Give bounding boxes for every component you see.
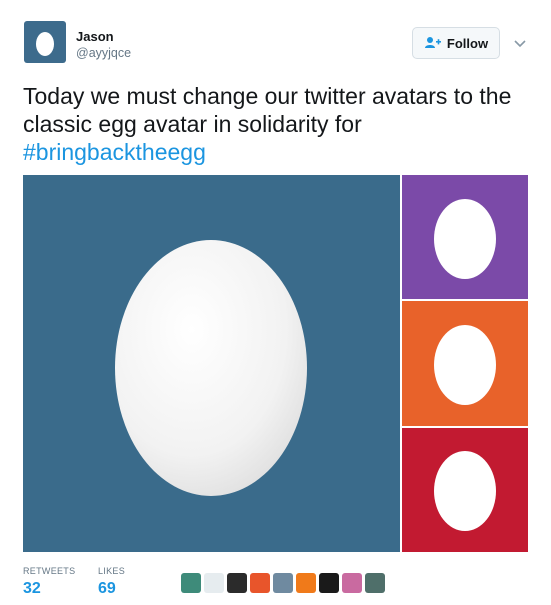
author-handle[interactable]: @ayyjqce <box>76 45 131 61</box>
author-name[interactable]: Jason <box>76 29 131 45</box>
liker-avatar[interactable] <box>250 573 270 593</box>
liker-avatar[interactable] <box>365 573 385 593</box>
liker-avatar[interactable] <box>227 573 247 593</box>
tweet-stats: RETWEETS 32 LIKES 69 <box>23 566 173 601</box>
liker-avatar[interactable] <box>319 573 339 593</box>
liker-avatar[interactable] <box>204 573 224 593</box>
tweet-body: Today we must change our twitter avatars… <box>23 83 512 137</box>
follow-button-label: Follow <box>446 35 489 51</box>
likes-count: 69 <box>98 580 116 597</box>
retweets-stat[interactable]: RETWEETS 32 <box>23 566 98 601</box>
add-user-icon <box>424 36 442 50</box>
liker-avatar[interactable] <box>342 573 362 593</box>
media-image-egg-purple[interactable] <box>402 175 528 299</box>
hashtag-link[interactable]: #bringbacktheegg <box>23 139 206 165</box>
media-image-egg-orange[interactable] <box>402 301 528 426</box>
media-image-egg-blue[interactable] <box>23 175 400 552</box>
likes-label: LIKES <box>98 566 126 576</box>
tweet-text: Today we must change our twitter avatars… <box>23 82 528 166</box>
tweet-media <box>23 175 528 552</box>
retweets-label: RETWEETS <box>23 566 76 576</box>
chevron-down-icon[interactable] <box>513 36 527 48</box>
retweets-count: 32 <box>23 580 41 597</box>
author-avatar[interactable] <box>24 21 66 63</box>
author-info[interactable]: Jason @ayyjqce <box>76 29 131 61</box>
likes-stat[interactable]: LIKES 69 <box>98 566 173 601</box>
follow-button[interactable]: Follow <box>412 27 500 59</box>
egg-icon <box>36 32 54 56</box>
liker-avatar[interactable] <box>273 573 293 593</box>
media-image-egg-red[interactable] <box>402 428 528 552</box>
liker-avatars <box>181 573 385 593</box>
liker-avatar[interactable] <box>181 573 201 593</box>
liker-avatar[interactable] <box>296 573 316 593</box>
